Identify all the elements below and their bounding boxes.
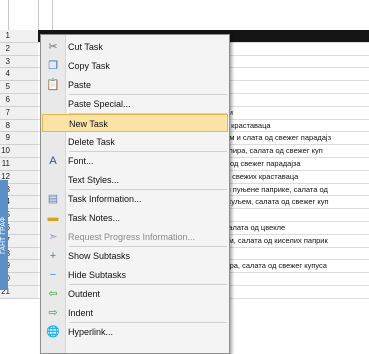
scissors-icon: ✂ — [48, 41, 58, 53]
menu-item-label: Text Styles... — [68, 175, 120, 185]
task-notes-icon: ▬ — [47, 212, 59, 224]
row-number[interactable]: 1 — [0, 30, 38, 43]
row-number[interactable]: 5 — [0, 81, 38, 94]
menu-item-outdent[interactable]: ⇦ Outdent — [42, 285, 228, 303]
copy-icon: ❐ — [48, 60, 58, 72]
menu-item-label: Paste Special... — [68, 99, 131, 109]
menu-item-label: Task Notes... — [68, 213, 121, 223]
menu-item-copy-task[interactable]: ❐ Copy Task — [42, 57, 228, 75]
row-number[interactable]: 9 — [0, 132, 38, 146]
request-progress-icon: ➣ — [48, 231, 58, 243]
menu-item-hyperlink[interactable]: 🌐 Hyperlink... — [42, 323, 228, 341]
row-number[interactable]: 4 — [0, 68, 38, 82]
menu-item-cut-task[interactable]: ✂ Cut Task — [42, 38, 228, 56]
menu-item-task-information[interactable]: ▤ Task Information... — [42, 190, 228, 208]
menu-item-label: Delete Task — [68, 137, 115, 147]
menu-item-task-notes[interactable]: ▬ Task Notes... — [42, 209, 228, 227]
minus-icon: − — [49, 269, 57, 281]
menu-item-label: Copy Task — [68, 61, 110, 71]
menu-item-label: Show Subtasks — [68, 251, 131, 261]
row-number[interactable]: 3 — [0, 55, 38, 69]
menu-item-label: Font... — [68, 156, 94, 166]
plus-icon: + — [49, 250, 57, 262]
row-number[interactable]: 11 — [0, 157, 38, 171]
menu-item-label: Task Information... — [68, 194, 142, 204]
menu-item-delete-task[interactable]: Delete Task — [42, 133, 228, 151]
menu-item-hide-subtasks[interactable]: − Hide Subtasks — [42, 266, 228, 284]
menu-item-label: New Task — [69, 119, 108, 129]
menu-item-font[interactable]: A Font... — [42, 152, 228, 170]
indent-arrow-icon: ⇨ — [48, 307, 58, 319]
hyperlink-icon: 🌐 — [46, 326, 60, 338]
row-number[interactable]: 2 — [0, 42, 38, 56]
menu-item-paste[interactable]: 📋 Paste — [42, 76, 228, 94]
menu-icon-blank — [46, 97, 60, 111]
row-number[interactable]: 10 — [0, 145, 38, 158]
menu-item-label: Hyperlink... — [68, 327, 114, 337]
menu-item-label: Outdent — [68, 289, 101, 299]
view-bar-label[interactable]: ГАНТ ГРАФ — [0, 180, 8, 290]
menu-item-text-styles[interactable]: Text Styles... — [42, 171, 228, 189]
menu-item-new-task[interactable]: New Task — [42, 114, 228, 132]
row-number[interactable]: 7 — [0, 106, 38, 120]
menu-item-indent[interactable]: ⇨ Indent — [42, 304, 228, 322]
menu-item-paste-special[interactable]: Paste Special... — [42, 95, 228, 113]
menu-icon-blank — [46, 173, 60, 187]
column-header-row — [0, 0, 369, 30]
paste-icon: 📋 — [46, 79, 60, 91]
menu-item-label: Hide Subtasks — [68, 270, 127, 280]
task-info-icon: ▤ — [47, 193, 59, 205]
menu-item-label: Cut Task — [68, 42, 103, 52]
context-menu: ✂ Cut Task ❐ Copy Task 📋 Paste Paste Special..… — [40, 34, 230, 354]
menu-item-label: Request Progress Information... — [68, 232, 196, 242]
font-icon: A — [49, 155, 57, 167]
menu-item-request-progress-information[interactable]: ➣ Request Progress Information... — [42, 228, 228, 246]
outdent-arrow-icon: ⇦ — [48, 288, 58, 300]
menu-item-show-subtasks[interactable]: + Show Subtasks — [42, 247, 228, 265]
menu-item-label: Indent — [68, 308, 94, 318]
row-number[interactable]: 8 — [0, 119, 38, 133]
menu-icon-blank — [46, 135, 60, 149]
menu-item-label: Paste — [68, 80, 92, 90]
row-number[interactable]: 6 — [0, 93, 38, 107]
menu-icon-blank — [47, 117, 61, 131]
